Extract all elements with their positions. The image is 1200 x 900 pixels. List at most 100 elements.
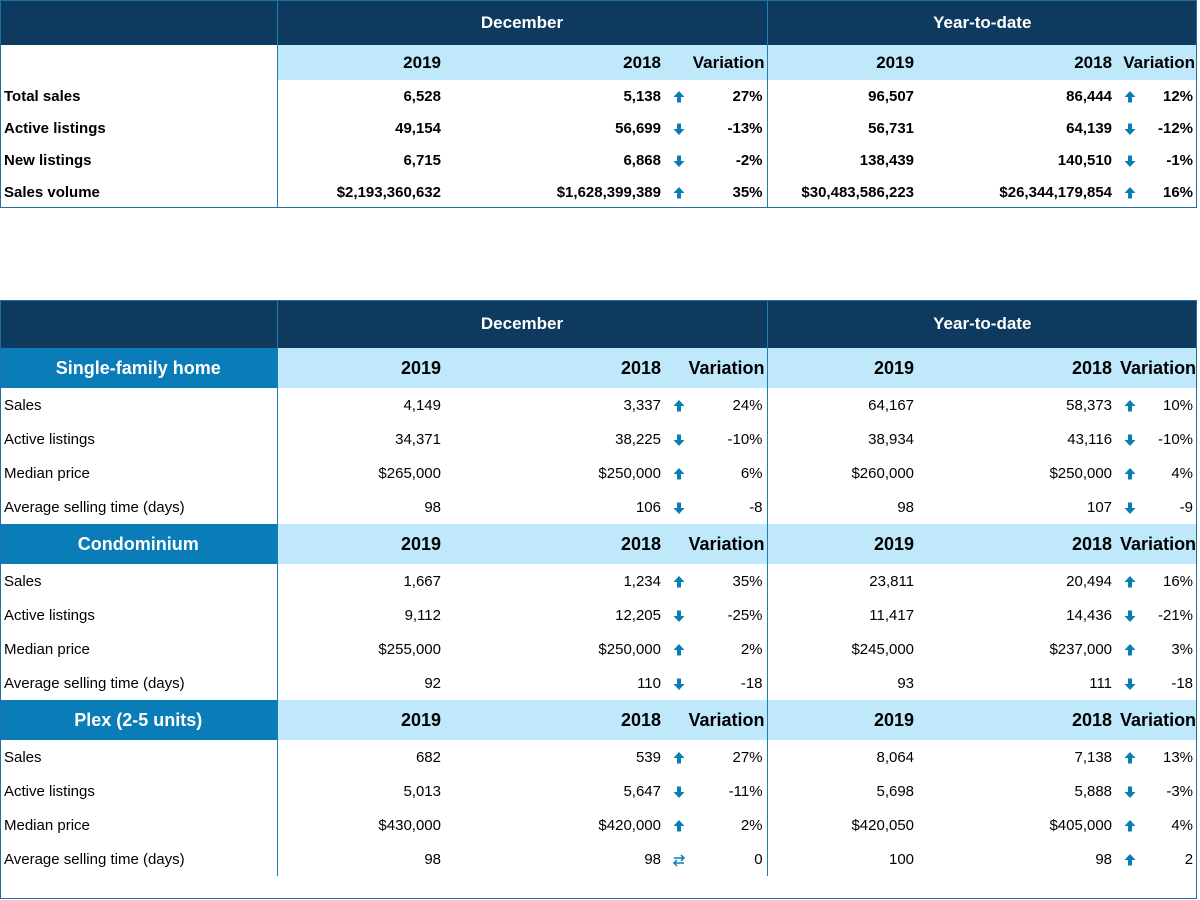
summary-table: December Year-to-date 2019 2018 Variatio… (0, 0, 1198, 208)
ytd-variation-value: 3% (1171, 640, 1194, 658)
dec-2019-value: $255,000 (276, 632, 445, 666)
arrow-down-icon (672, 431, 686, 448)
section-title: Plex (2-5 units) (0, 700, 277, 740)
section-data-row: Average selling time (days) 92 110 -18 93 111… (0, 666, 1197, 700)
ytd-trend (1116, 112, 1144, 144)
ytd-variation-value: -10% (1158, 430, 1194, 448)
ytd-header: Year-to-date (766, 0, 1198, 45)
ytd-variation-value: 4% (1171, 816, 1194, 834)
ytd-2019-header: 2019 (766, 348, 919, 388)
ytd-2018-value: 14,436 (1066, 606, 1113, 624)
arrow-up-icon (672, 88, 686, 105)
dec-trend (665, 422, 693, 456)
subheader-blank (0, 45, 277, 80)
row-label: Median price (4, 640, 90, 658)
section-data-row: Active listings 9,112 12,205 -25% 11,417 14,4… (0, 598, 1197, 632)
dec-2019-value: 6,715 (276, 144, 445, 176)
section-data-row: Average selling time (days) 98 106 -8 98 107-… (0, 490, 1197, 524)
ytd-2019-value: $260,000 (766, 456, 919, 490)
row-label: Active listings (4, 606, 95, 624)
ytd-trend (1116, 490, 1144, 524)
arrow-up-icon (1123, 641, 1137, 658)
ytd-variation-value: 12% (1163, 87, 1194, 105)
ytd-2019-value: 96,507 (766, 80, 919, 112)
ytd-variation-value: 4% (1171, 464, 1194, 482)
dec-variation-header: Variation (665, 700, 768, 740)
dec-2018-value: $250,000 (598, 464, 661, 482)
summary-row: Total sales 6,528 5,138 27% 96,507 86,444 12% (0, 80, 1197, 112)
dec-2019-value: $2,193,360,632 (276, 176, 445, 208)
dec-trend (665, 598, 693, 632)
dec-2018-value: 106 (635, 498, 661, 516)
arrow-up-icon (672, 573, 686, 590)
arrow-down-icon (672, 607, 686, 624)
december-header: December (276, 0, 768, 45)
dec-2018-value: $1,628,399,389 (556, 183, 661, 201)
arrow-down-icon (1123, 431, 1137, 448)
dec-2019-value: $430,000 (276, 808, 445, 842)
row-label: Sales (4, 396, 42, 414)
summary-row: Active listings 49,154 56,699 -13% 56,731 64,… (0, 112, 1197, 144)
ytd-variation-value: -3% (1166, 782, 1194, 800)
dec-variation-value: 0 (754, 850, 763, 868)
dec-variation-header: Variation (665, 348, 768, 388)
ytd-variation-header: Variation (1116, 45, 1198, 80)
row-label: Median price (4, 464, 90, 482)
ytd-variation-header: Variation (1116, 348, 1198, 388)
december-header: December (276, 300, 768, 348)
section-data-row: Average selling time (days) 98 98 0 100 98 2 (0, 842, 1197, 876)
header-corner (0, 300, 277, 348)
arrow-down-icon (672, 499, 686, 516)
ytd-2018-value: 7,138 (1074, 748, 1113, 766)
ytd-variation-value: 10% (1163, 396, 1194, 414)
dec-trend (665, 456, 693, 490)
arrow-up-icon (1123, 184, 1137, 201)
row-label: Active listings (4, 119, 106, 137)
ytd-2018-value: 43,116 (1067, 430, 1113, 448)
summary-year-header-row: 2019 2018 Variation 2019 2018 Variation (0, 45, 1198, 80)
dec-2019-value: 49,154 (276, 112, 445, 144)
ytd-header: Year-to-date (766, 300, 1198, 348)
dec-variation-value: 27% (732, 748, 763, 766)
property-type-table: December Year-to-date Single-family home… (0, 300, 1198, 876)
ytd-variation-value: -1% (1166, 151, 1194, 169)
row-label: Sales (4, 572, 42, 590)
ytd-2019-value: 93 (766, 666, 919, 700)
ytd-2018-value: 140,510 (1057, 151, 1113, 169)
row-label: Average selling time (days) (4, 498, 185, 516)
arrow-up-icon (1123, 573, 1137, 590)
arrow-up-icon (672, 817, 686, 834)
row-label: Sales volume (4, 183, 100, 201)
dec-2019-value: 6,528 (276, 80, 445, 112)
arrow-down-icon (1123, 120, 1137, 137)
ytd-2018-value: $250,000 (1049, 464, 1113, 482)
section-title: Single-family home (0, 348, 277, 388)
dec-variation-value: 2% (740, 640, 763, 658)
dec-2019-value: 98 (276, 842, 445, 876)
dec-2018-value: 1,234 (623, 572, 661, 590)
arrows-left-right-icon (672, 851, 686, 868)
dec-variation-value: -8 (749, 498, 763, 516)
arrow-up-icon (672, 749, 686, 766)
section-title: Condominium (0, 524, 277, 564)
section-data-row: Median price $430,000 $420,000 2% $420,050 $4… (0, 808, 1197, 842)
ytd-2019-value: 23,811 (766, 564, 919, 598)
ytd-2019-header: 2019 (766, 45, 919, 80)
header-corner (0, 0, 277, 45)
ytd-trend (1116, 176, 1144, 208)
dec-2018-value: 12,205 (615, 606, 661, 624)
ytd-2018-value: 58,373 (1066, 396, 1113, 414)
arrow-up-icon (1123, 749, 1137, 766)
dec-variation-value: 24% (732, 396, 763, 414)
dec-trend (665, 632, 693, 666)
section-header-row: Plex (2-5 units) 2019 2018 Variation 2019 201… (0, 700, 1198, 740)
row-label: Active listings (4, 430, 95, 448)
ytd-2019-value: 11,417 (766, 598, 919, 632)
dec-variation-value: 35% (732, 183, 763, 201)
dec-trend (665, 666, 693, 700)
summary-row: New listings 6,715 6,868 -2% 138,439 140,510 -… (0, 144, 1197, 176)
dec-2018-header: 2018 (445, 45, 665, 80)
row-label: Active listings (4, 782, 95, 800)
row-label: Average selling time (days) (4, 850, 185, 868)
dec-trend (665, 564, 693, 598)
